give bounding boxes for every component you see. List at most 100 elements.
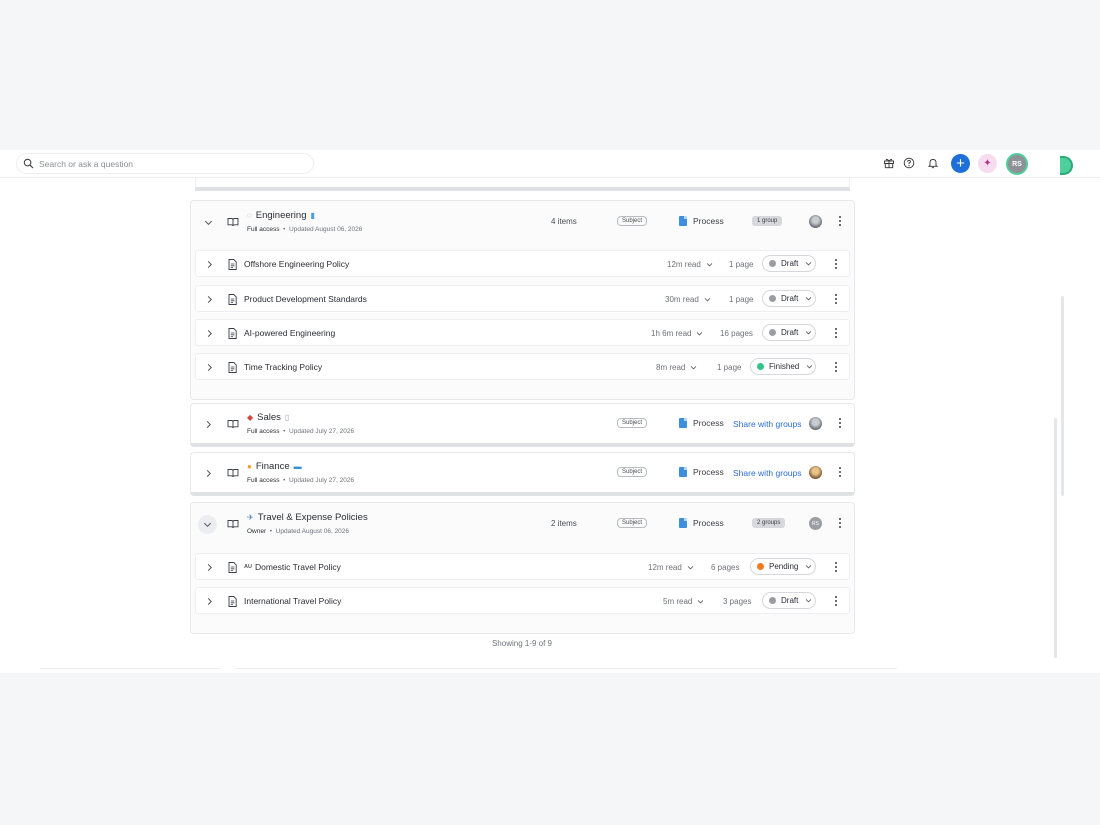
user-avatar[interactable]: RS [1006,153,1028,175]
group-meta: Full access • Updated July 27, 2026 [247,477,355,484]
create-button[interactable]: + [951,154,970,173]
status-dropdown[interactable]: Pending [750,558,816,575]
group-meta: Full access • Updated August 06, 2026 [247,226,363,233]
more-menu-icon[interactable] [832,595,840,607]
doc-row[interactable]: AI-powered Engineering 1h 6m read 16 pag… [195,319,850,346]
search-input[interactable] [39,158,299,169]
chevron-right-icon[interactable] [202,257,216,271]
group-header[interactable]: ● Finance ▬ Full access • Updated July 2… [191,453,856,496]
top-bar: + ✦ RS [0,150,1100,178]
doc-title[interactable]: AU Domestic Travel Policy [244,562,341,572]
owner-avatar[interactable]: RS [809,517,822,530]
read-time-dropdown[interactable]: 12m read [648,563,694,572]
doc-row[interactable]: AU Domestic Travel Policy 12m read 6 page… [195,553,850,580]
status-dropdown[interactable]: Draft [762,255,816,272]
group-header[interactable]: ◌ Engineering ▮ Full access • Updated Au… [191,201,856,244]
chevron-right-icon[interactable] [202,292,216,306]
more-menu-icon[interactable] [836,215,844,227]
chevron-down-icon [806,363,813,370]
ledger-emoji-icon: ▯ [284,413,290,422]
doc-row[interactable]: Time Tracking Policy 8m read 1 page Fini… [195,353,850,380]
status-dot [769,329,776,336]
status-dropdown[interactable]: Finished [750,358,816,375]
group-title[interactable]: ◌ Engineering ▮ [247,210,315,221]
book-icon [227,418,239,430]
search-icon [23,158,34,169]
airplane-emoji-icon: ✈ [247,513,254,522]
coin-emoji-icon: ● [247,462,252,471]
process-icon [679,518,687,528]
chevron-right-icon[interactable] [202,360,216,374]
more-menu-icon[interactable] [832,293,840,305]
more-menu-icon[interactable] [832,561,840,573]
app-window: + ✦ RS ◌ Engineering ▮ Full access • Upd… [0,150,1100,673]
side-panel-toggle[interactable] [1060,156,1073,175]
chevron-right-icon[interactable] [202,326,216,340]
document-icon [228,362,237,373]
status-dot [757,363,764,370]
country-flag-icon: AU [244,564,252,570]
group-title[interactable]: ◆ Sales ▯ [247,412,289,423]
share-with-groups-link[interactable]: Share with groups [733,419,802,429]
gift-icon[interactable] [882,156,896,170]
read-time-dropdown[interactable]: 12m read [667,260,713,269]
group-title[interactable]: ✈ Travel & Expense Policies [247,512,368,523]
group-header[interactable]: ✈ Travel & Expense Policies Owner • Upda… [191,503,856,546]
read-time-dropdown[interactable]: 5m read [663,597,704,606]
chevron-right-icon[interactable] [201,466,215,480]
chevron-down-icon[interactable] [198,515,217,534]
doc-row[interactable]: Offshore Engineering Policy 12m read 1 p… [195,250,850,277]
document-icon [228,328,237,339]
more-menu-icon[interactable] [832,327,840,339]
help-icon[interactable] [902,156,916,170]
document-icon [228,562,237,573]
subject-tag: Subject [617,518,648,528]
doc-title[interactable]: Offshore Engineering Policy [244,259,349,269]
more-menu-icon[interactable] [832,361,840,373]
scrollbar-outer[interactable] [1061,296,1064,496]
owner-avatar[interactable] [809,466,822,479]
chevron-right-icon[interactable] [201,417,215,431]
page-count: 3 pages [723,597,752,606]
chevron-right-icon[interactable] [202,594,216,608]
more-menu-icon[interactable] [836,466,844,478]
process-icon [679,418,687,428]
status-dropdown[interactable]: Draft [762,290,816,307]
doc-row[interactable]: Product Development Standards 30m read 1… [195,285,850,312]
page-count: 16 pages [720,329,753,338]
book-icon [227,518,239,530]
chevron-right-icon[interactable] [202,560,216,574]
doc-row[interactable]: International Travel Policy 5m read 3 pa… [195,587,850,614]
search-bar[interactable] [16,153,314,174]
read-time-dropdown[interactable]: 30m read [665,295,711,304]
group-header[interactable]: ◆ Sales ▯ Full access • Updated July 27,… [191,404,856,447]
owner-avatar[interactable] [809,215,822,228]
doc-title[interactable]: AI-powered Engineering [244,328,335,338]
more-menu-icon[interactable] [836,517,844,529]
bell-icon[interactable] [926,156,940,170]
ai-assistant-button[interactable]: ✦ [978,154,997,173]
more-menu-icon[interactable] [832,258,840,270]
share-with-groups-link[interactable]: Share with groups [733,468,802,478]
scrollbar[interactable] [1054,418,1057,658]
owner-avatar[interactable] [809,417,822,430]
library-list: ◌ Engineering ▮ Full access • Updated Au… [190,178,855,634]
group-meta: Owner • Updated August 06, 2026 [247,528,350,535]
group-title[interactable]: ● Finance ▬ [247,461,302,472]
group-finance: ● Finance ▬ Full access • Updated July 2… [190,452,855,496]
read-time-dropdown[interactable]: 1h 6m read [651,329,703,338]
doc-title[interactable]: Product Development Standards [244,294,367,304]
status-dropdown[interactable]: Draft [762,324,816,341]
doc-title[interactable]: International Travel Policy [244,596,341,606]
status-dropdown[interactable]: Draft [762,592,816,609]
chevron-down-icon[interactable] [201,215,215,229]
process-label: Process [679,418,724,428]
read-time-dropdown[interactable]: 8m read [656,363,697,372]
doc-title[interactable]: Time Tracking Policy [244,362,322,372]
groups-badge[interactable]: 2 groups [752,518,786,528]
item-count: 2 items [551,519,577,528]
page-count: 1 page [717,363,742,372]
process-icon [679,216,687,226]
groups-badge[interactable]: 1 group [752,216,783,226]
more-menu-icon[interactable] [836,417,844,429]
